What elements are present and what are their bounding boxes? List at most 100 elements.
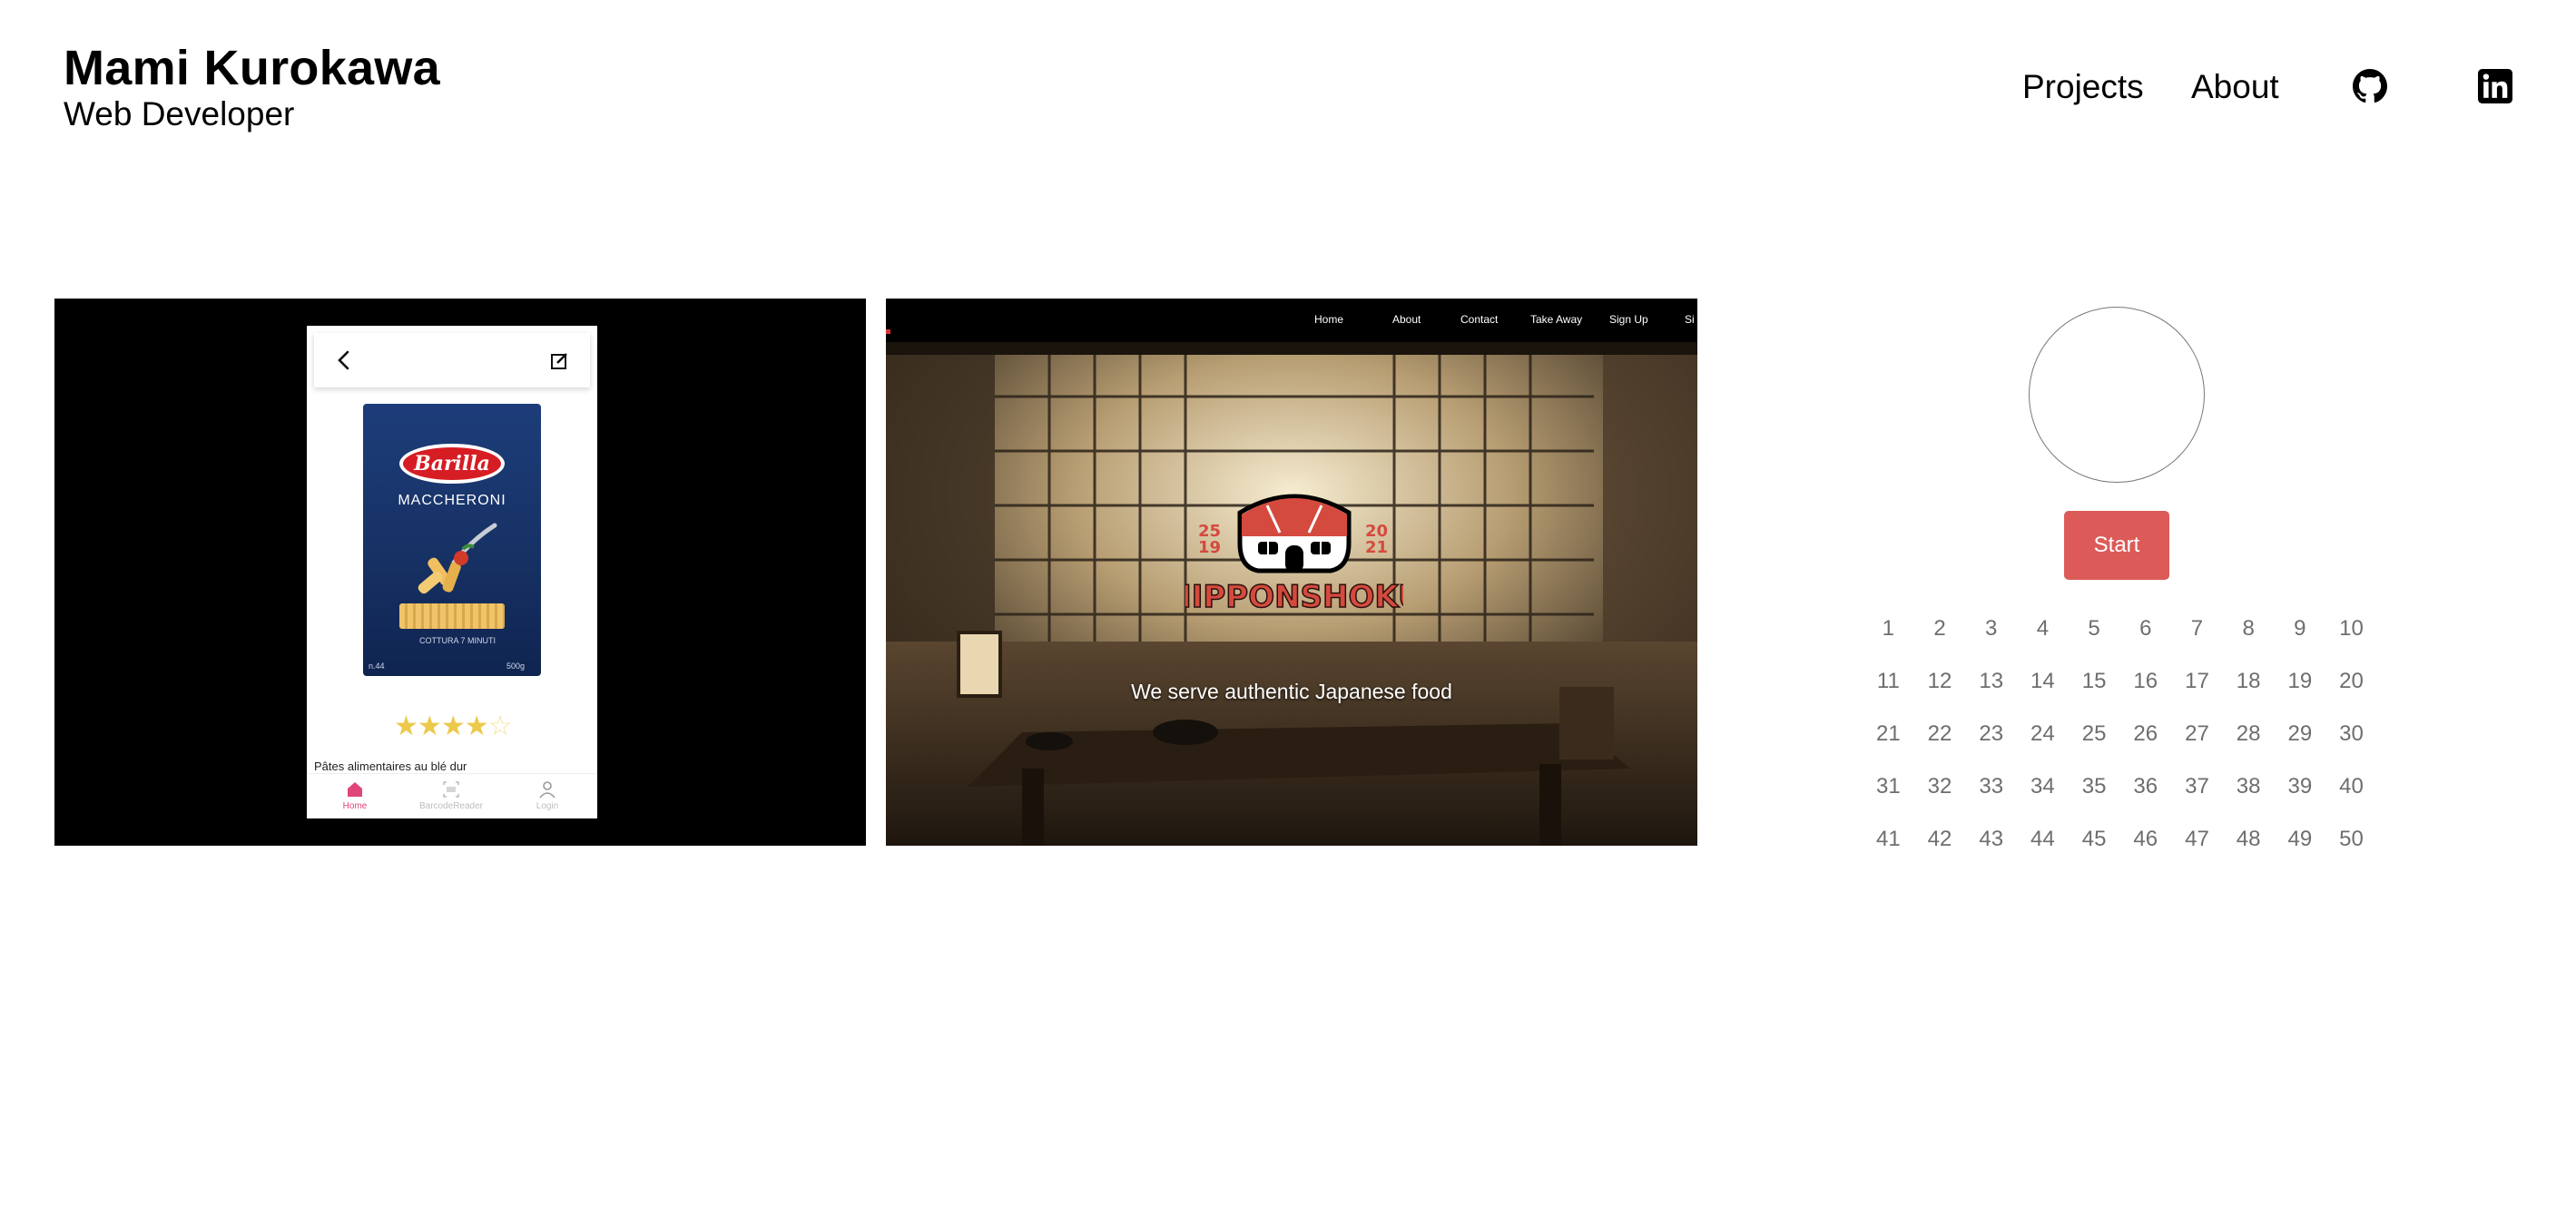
product-description: Pâtes alimentaires au blé dur xyxy=(314,760,467,773)
number-cell[interactable]: 50 xyxy=(2325,813,2377,866)
number-cell[interactable]: 29 xyxy=(2275,708,2326,760)
number-cell[interactable]: 17 xyxy=(2171,655,2223,708)
number-cell[interactable]: 28 xyxy=(2223,708,2275,760)
number-cell[interactable]: 38 xyxy=(2223,760,2275,813)
number-cell[interactable]: 20 xyxy=(2325,655,2377,708)
site-nav-about: About xyxy=(1392,313,1421,326)
timer-circle xyxy=(2029,307,2205,483)
user-icon xyxy=(539,781,556,799)
number-cell[interactable]: 41 xyxy=(1863,813,1914,866)
product-image: Barilla MACCHERONI COTTURA 7 MINUTI n.44… xyxy=(363,404,541,676)
number-cell[interactable]: 45 xyxy=(2069,813,2120,866)
phone-tab-bar: Home BarcodeReader Login xyxy=(307,773,597,818)
site-nav-bar: Home About Contact Take Away Sign Up Si xyxy=(886,299,1697,342)
home-icon xyxy=(348,782,362,797)
chevron-left-icon xyxy=(338,350,349,370)
project-card-barcode-app[interactable]: Barilla MACCHERONI COTTURA 7 MINUTI n.44… xyxy=(54,299,866,846)
number-cell[interactable]: 9 xyxy=(2275,603,2326,655)
number-cell[interactable]: 39 xyxy=(2275,760,2326,813)
number-cell[interactable]: 42 xyxy=(1914,813,1966,866)
edit-icon xyxy=(551,353,567,369)
number-cell[interactable]: 48 xyxy=(2223,813,2275,866)
number-cell[interactable]: 2 xyxy=(1914,603,1966,655)
number-cell[interactable]: 37 xyxy=(2171,760,2223,813)
brand: Mami Kurokawa Web Developer xyxy=(64,40,440,134)
number-cell[interactable]: 35 xyxy=(2069,760,2120,813)
product-small-text: COTTURA 7 MINUTI xyxy=(419,636,497,645)
fork-pasta-illustration xyxy=(418,523,497,594)
site-nav-signin: Si xyxy=(1685,313,1695,326)
number-cell[interactable]: 8 xyxy=(2223,603,2275,655)
phone-tab-login: Login xyxy=(499,778,595,811)
number-cell[interactable]: 15 xyxy=(2069,655,2120,708)
number-cell[interactable]: 40 xyxy=(2325,760,2377,813)
phone-tab-label: Login xyxy=(536,801,559,811)
number-cell[interactable]: 30 xyxy=(2325,708,2377,760)
star-icon: ★ xyxy=(464,711,489,741)
product-number: n.44 xyxy=(369,662,385,671)
number-cell[interactable]: 16 xyxy=(2119,655,2171,708)
logo-year: 21 xyxy=(1365,538,1388,557)
number-cell[interactable]: 49 xyxy=(2275,813,2326,866)
number-cell[interactable]: 24 xyxy=(2017,708,2069,760)
number-grid: 1 2 3 4 5 6 7 8 9 10 11 12 13 14 15 16 1… xyxy=(1863,603,2371,866)
site-nav-contact: Contact xyxy=(1460,313,1499,326)
number-cell[interactable]: 33 xyxy=(1965,760,2017,813)
number-cell[interactable]: 7 xyxy=(2171,603,2223,655)
site-tagline: We serve authentic Japanese food xyxy=(1131,680,1452,703)
number-cell[interactable]: 14 xyxy=(2017,655,2069,708)
site-nav-signup: Sign Up xyxy=(1609,313,1648,326)
number-cell[interactable]: 34 xyxy=(2017,760,2069,813)
number-cell[interactable]: 47 xyxy=(2171,813,2223,866)
number-cell[interactable]: 3 xyxy=(1965,603,2017,655)
number-cell[interactable]: 18 xyxy=(2223,655,2275,708)
number-cell[interactable]: 32 xyxy=(1914,760,1966,813)
barcode-icon xyxy=(443,781,459,798)
product-weight: 500g xyxy=(506,662,526,671)
phone-tab-home: Home xyxy=(307,778,403,811)
rating-stars: ★★★★☆ xyxy=(394,710,513,742)
start-button[interactable]: Start xyxy=(2064,511,2169,580)
site-logo-dot xyxy=(886,329,890,334)
number-cell[interactable]: 1 xyxy=(1863,603,1914,655)
number-cell[interactable]: 27 xyxy=(2171,708,2223,760)
number-cell[interactable]: 44 xyxy=(2017,813,2069,866)
number-cell[interactable]: 12 xyxy=(1914,655,1966,708)
number-cell[interactable]: 6 xyxy=(2119,603,2171,655)
site-nav-home: Home xyxy=(1314,313,1344,326)
number-cell[interactable]: 36 xyxy=(2119,760,2171,813)
star-icon: ★ xyxy=(394,711,418,741)
number-cell[interactable]: 19 xyxy=(2275,655,2326,708)
phone-tab-label: Home xyxy=(342,801,368,811)
site-nav-takeaway: Take Away xyxy=(1530,313,1583,326)
pasta-window xyxy=(399,603,505,629)
logo-wordmark: NIPPONSHOKU xyxy=(1185,579,1403,615)
nav-projects-link[interactable]: Projects xyxy=(2022,68,2144,106)
nipponshoku-logo: 25 19 20 21 NIPPONSHOKU xyxy=(1185,494,1403,616)
number-cell[interactable]: 46 xyxy=(2119,813,2171,866)
linkedin-icon[interactable] xyxy=(2478,69,2512,103)
number-cell[interactable]: 43 xyxy=(1965,813,2017,866)
number-cell[interactable]: 21 xyxy=(1863,708,1914,760)
phone-tab-barcode: BarcodeReader xyxy=(403,778,499,811)
nav-about-link[interactable]: About xyxy=(2191,68,2279,106)
number-cell[interactable]: 23 xyxy=(1965,708,2017,760)
number-cell[interactable]: 25 xyxy=(2069,708,2120,760)
site-owner-role: Web Developer xyxy=(64,95,295,132)
number-cell[interactable]: 26 xyxy=(2119,708,2171,760)
phone-tab-label: BarcodeReader xyxy=(418,801,484,811)
number-cell[interactable]: 11 xyxy=(1863,655,1914,708)
phone-top-bar xyxy=(314,333,590,387)
logo-year: 19 xyxy=(1198,538,1221,557)
number-cell[interactable]: 5 xyxy=(2069,603,2120,655)
star-icon: ★ xyxy=(417,711,442,741)
number-cell[interactable]: 31 xyxy=(1863,760,1914,813)
number-cell[interactable]: 4 xyxy=(2017,603,2069,655)
project-card-restaurant-site[interactable]: Home About Contact Take Away Sign Up Si xyxy=(886,299,1697,846)
star-outline-icon: ☆ xyxy=(487,711,513,741)
number-cell[interactable]: 13 xyxy=(1965,655,2017,708)
star-icon: ★ xyxy=(440,711,466,741)
number-cell[interactable]: 10 xyxy=(2325,603,2377,655)
github-icon[interactable] xyxy=(2353,69,2387,103)
number-cell[interactable]: 22 xyxy=(1914,708,1966,760)
